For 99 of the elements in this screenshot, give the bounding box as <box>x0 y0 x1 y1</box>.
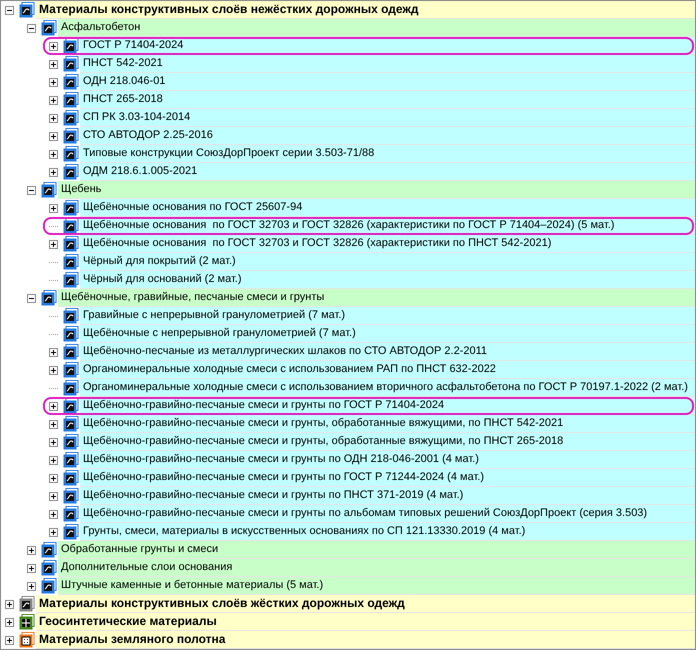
folder-icon <box>41 290 57 306</box>
tree-item[interactable]: Щебёночно-песчаные из металлургических шлаков по СТО АВТОДОР 2.2-2011 <box>80 343 695 361</box>
expand-icon[interactable] <box>49 114 58 122</box>
tree-item[interactable]: ОДН 218.046-01 <box>80 73 695 91</box>
expand-icon[interactable] <box>27 564 36 572</box>
folder-icon <box>41 560 57 576</box>
expand-icon[interactable] <box>49 348 58 356</box>
tree-item[interactable]: Щебёночно-гравийно-песчаные смеси и грунты по ОДН 218-046-2001 (4 мат.) <box>80 451 695 469</box>
folder-icon <box>63 434 79 450</box>
expand-icon[interactable] <box>27 546 36 554</box>
folder-icon <box>41 578 57 594</box>
folder-icon <box>63 488 79 504</box>
expand-icon[interactable] <box>49 438 58 446</box>
tree-item[interactable]: Обработанные грунты и смеси <box>58 541 695 559</box>
folder-icon <box>63 506 79 522</box>
folder-icon <box>63 362 79 378</box>
expand-icon[interactable] <box>49 492 58 500</box>
folder-icon <box>63 164 79 180</box>
folder-icon <box>63 470 79 486</box>
expand-icon[interactable] <box>5 618 14 626</box>
tree-item[interactable]: Типовые конструкции СоюзДорПроект серии 3.503-71/88 <box>80 145 695 163</box>
folder-icon <box>63 344 79 360</box>
expand-icon[interactable] <box>5 636 14 644</box>
tree-item[interactable]: Асфальтобетон <box>58 19 695 37</box>
tree-item[interactable]: ПНСТ 542-2021 <box>80 55 695 73</box>
folder-icon <box>63 398 79 414</box>
folder-icon <box>63 128 79 144</box>
tree-item[interactable]: Щебёночные с непрерывной гранулометрией (7 мат.) <box>80 325 695 343</box>
expand-icon[interactable] <box>27 582 36 590</box>
tree-item[interactable]: Материалы конструктивных слоёв жёстких дорожных одежд <box>36 595 695 613</box>
tree-item[interactable]: Органоминеральные холодные смеси с использованием РАП по ПНСТ 632-2022 <box>80 361 695 379</box>
folder-icon <box>63 200 79 216</box>
tree-item[interactable]: Щебёночно-гравийно-песчаные смеси и грунты по ПНСТ 371-2019 (4 мат.) <box>80 487 695 505</box>
folder-icon <box>19 2 35 18</box>
expand-icon[interactable] <box>49 78 58 86</box>
folder-icon <box>19 614 35 630</box>
folder-icon <box>63 254 79 270</box>
tree-item[interactable]: Штучные каменные и бетонные материалы (5 мат.) <box>58 577 695 595</box>
tree-item[interactable]: Материалы конструктивных слоёв нежёстких дорожных одежд <box>36 1 695 19</box>
expand-icon[interactable] <box>49 420 58 428</box>
expand-icon[interactable] <box>49 204 58 212</box>
collapse-icon[interactable] <box>27 294 36 302</box>
tree-item[interactable]: ОДМ 218.6.1.005-2021 <box>80 163 695 181</box>
expand-icon[interactable] <box>49 168 58 176</box>
folder-icon <box>63 74 79 90</box>
expand-icon[interactable] <box>5 600 14 608</box>
expand-icon[interactable] <box>49 402 58 410</box>
expand-icon[interactable] <box>49 510 58 518</box>
folder-icon <box>63 416 79 432</box>
tree-item[interactable]: Гравийные с непрерывной гранулометрией (7 мат.) <box>80 307 695 325</box>
expand-icon[interactable] <box>49 474 58 482</box>
tree-item[interactable]: Грунты, смеси, материалы в искусственных основаниях по СП 121.13330.2019 (4 мат.) <box>80 523 695 541</box>
tree-item[interactable]: Щебёночно-гравийно-песчаные смеси и грунты по ГОСТ Р 71244-2024 (4 мат.) <box>80 469 695 487</box>
expand-icon[interactable] <box>49 42 58 50</box>
tree-item[interactable]: Щебёночные основания по ГОСТ 25607-94 <box>80 199 695 217</box>
collapse-icon[interactable] <box>27 24 36 32</box>
folder-icon <box>19 596 35 612</box>
folder-icon <box>63 524 79 540</box>
folder-icon <box>19 632 35 648</box>
expand-icon[interactable] <box>49 528 58 536</box>
expand-icon[interactable] <box>49 366 58 374</box>
tree-item[interactable]: ПНСТ 265-2018 <box>80 91 695 109</box>
tree-item[interactable]: Чёрный для оснований (2 мат.) <box>80 271 695 289</box>
tree-item[interactable]: Щебёночно-гравийно-песчаные смеси и грунты, обработанные вяжущими, по ПНСТ 542-2021 <box>80 415 695 433</box>
tree-item[interactable]: Материалы земляного полотна <box>36 631 695 649</box>
folder-icon <box>63 452 79 468</box>
folder-icon <box>63 110 79 126</box>
folder-icon <box>63 218 79 234</box>
expand-icon[interactable] <box>49 96 58 104</box>
tree-item[interactable]: Щебёночно-гравийно-песчаные смеси и грунты, обработанные вяжущими, по ПНСТ 265-2018 <box>80 433 695 451</box>
folder-icon <box>63 56 79 72</box>
tree-item[interactable]: Щебёночные, гравийные, песчаные смеси и грунты <box>58 289 695 307</box>
expand-icon[interactable] <box>49 150 58 158</box>
expand-icon[interactable] <box>49 132 58 140</box>
folder-icon <box>63 92 79 108</box>
folder-icon <box>41 542 57 558</box>
folder-icon <box>41 182 57 198</box>
tree-item[interactable]: Щебёночные основания по ГОСТ 32703 и ГОСТ 32826 (характеристики по ПНСТ 542-2021) <box>80 235 695 253</box>
expand-icon[interactable] <box>49 60 58 68</box>
folder-icon <box>63 38 79 54</box>
tree-item[interactable]: Щебёночно-гравийно-песчаные смеси и грунты по альбомам типовых решений СоюзДорПроект (серия 3.503) <box>80 505 695 523</box>
tree-item[interactable]: Органоминеральные холодные смеси с использованием вторичного асфальтобетона по ГОСТ Р 70197.1-2022 (2 мат.) <box>80 379 695 397</box>
tree-item[interactable]: СП РК 3.03-104-2014 <box>80 109 695 127</box>
folder-icon <box>63 146 79 162</box>
collapse-icon[interactable] <box>27 186 36 194</box>
tree-item[interactable]: СТО АВТОДОР 2.25-2016 <box>80 127 695 145</box>
folder-icon <box>63 308 79 324</box>
folder-icon <box>63 380 79 396</box>
tree-item[interactable]: Дополнительные слои основания <box>58 559 695 577</box>
folder-icon <box>63 326 79 342</box>
tree-item[interactable]: Геосинтетические материалы <box>36 613 695 631</box>
tree-item[interactable]: Чёрный для покрытий (2 мат.) <box>80 253 695 271</box>
expand-icon[interactable] <box>49 456 58 464</box>
folder-icon <box>63 236 79 252</box>
tree-item[interactable]: Щебень <box>58 181 695 199</box>
folder-icon <box>63 272 79 288</box>
expand-icon[interactable] <box>49 240 58 248</box>
collapse-icon[interactable] <box>5 6 14 14</box>
folder-icon <box>41 20 57 36</box>
